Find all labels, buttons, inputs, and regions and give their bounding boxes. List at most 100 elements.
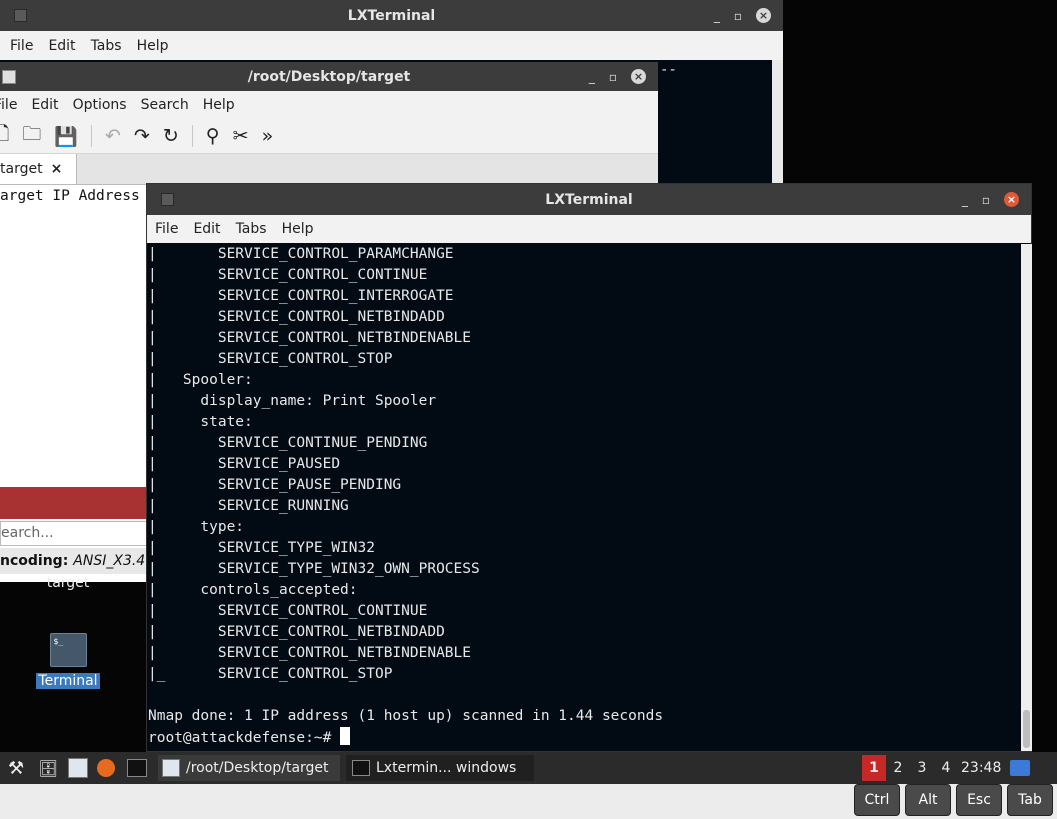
maximize-icon[interactable]: ▫ (609, 70, 617, 84)
terminal-icon-glyph: $_ (53, 637, 64, 646)
ctrl-key[interactable]: Ctrl (854, 784, 900, 816)
terminal-line: | SERVICE_CONTROL_CONTINUE (148, 603, 428, 619)
close-icon[interactable]: × (1004, 192, 1019, 207)
terminal-output[interactable]: | SERVICE_CONTROL_PARAMCHANGE | SERVICE_C… (148, 244, 1021, 751)
text-editor-icon[interactable] (68, 755, 88, 781)
workspace-4[interactable]: 4 (937, 755, 955, 781)
menu-help[interactable]: Help (137, 38, 169, 54)
desktop: LXTerminal _ ▫ × File Edit Tabs Help -- … (0, 0, 1057, 784)
menu-edit[interactable]: Edit (48, 38, 75, 54)
back-terminal-scrollbar[interactable] (772, 60, 783, 190)
maximize-icon[interactable]: ▫ (734, 9, 742, 23)
search-placeholder: earch... (1, 525, 54, 541)
undo-icon[interactable]: ↶ (105, 125, 121, 147)
menu-edit[interactable]: Edit (31, 97, 58, 113)
terminal-line: |_ SERVICE_CONTROL_STOP (148, 666, 393, 682)
desktop-icon-target[interactable]: target (30, 572, 106, 591)
desktop-icon-label: target (46, 575, 90, 591)
terminal-line: | SERVICE_CONTROL_STOP (148, 351, 393, 367)
open-folder-icon[interactable]: 🗀 (22, 120, 41, 152)
gedit-title: /root/Desktop/target (247, 68, 411, 85)
front-terminal-title: LXTerminal (545, 191, 633, 208)
terminal-line: | SERVICE_CONTINUE_PENDING (148, 435, 428, 451)
maximize-icon[interactable]: ▫ (982, 193, 990, 207)
menu-tabs[interactable]: Tabs (91, 38, 122, 54)
tab-key[interactable]: Tab (1007, 784, 1053, 816)
redo-icon[interactable]: ↷ (134, 125, 150, 147)
firefox-icon[interactable] (97, 755, 115, 781)
menu-edit[interactable]: Edit (193, 221, 220, 237)
gedit-menubar: File Edit Options Search Help (0, 91, 658, 119)
back-terminal-titlebar[interactable]: LXTerminal _ ▫ × (0, 0, 783, 31)
encoding-label: ncoding: (0, 553, 69, 569)
task-gedit[interactable]: /root/Desktop/target (158, 755, 340, 781)
menu-help[interactable]: Help (203, 97, 235, 113)
find-replace-icon[interactable]: ✂ (233, 125, 249, 147)
menu-search[interactable]: Search (141, 97, 189, 113)
terminal-icon: $_ (49, 633, 87, 667)
back-terminal-menubar: File Edit Tabs Help (0, 31, 783, 60)
terminal-line: | SERVICE_RUNNING (148, 498, 349, 514)
terminal-line: | SERVICE_TYPE_WIN32_OWN_PROCESS (148, 561, 480, 577)
esc-key[interactable]: Esc (956, 784, 1002, 816)
front-terminal-window[interactable]: LXTerminal _ ▫ × File Edit Tabs Help | S… (146, 183, 1032, 752)
terminal-scrollbar-thumb[interactable] (1023, 710, 1030, 748)
show-desktop-icon[interactable] (1010, 755, 1030, 781)
taskbar: ⚒ 🗄 /root/Desktop/target Lxtermin... win… (0, 752, 1057, 784)
menu-options[interactable]: Options (73, 97, 127, 113)
task-terminal[interactable]: Lxtermin... windows (346, 755, 534, 781)
close-icon[interactable]: × (756, 8, 771, 23)
terminal-task-icon (352, 760, 370, 776)
close-icon[interactable]: × (631, 69, 646, 84)
tab-close-icon[interactable]: × (51, 161, 63, 177)
reload-icon[interactable]: ↻ (163, 125, 179, 147)
gedit-task-icon (162, 759, 180, 777)
virtual-keyboard-bar: Ctrl Alt Esc Tab (0, 784, 1057, 819)
workspace-2[interactable]: 2 (889, 755, 907, 781)
workspace-3[interactable]: 3 (913, 755, 931, 781)
terminal-line: | Spooler: (148, 372, 253, 388)
minimize-icon[interactable]: _ (714, 9, 720, 23)
back-terminal-title: LXTerminal (347, 7, 436, 24)
workspace-1[interactable]: 1 (862, 755, 886, 781)
terminal-line: | type: (148, 519, 245, 535)
terminal-line: | SERVICE_CONTROL_CONTINUE (148, 267, 428, 283)
terminal-launcher-icon[interactable] (127, 755, 147, 781)
minimize-icon[interactable]: _ (589, 70, 595, 84)
terminal-app-icon (14, 9, 27, 22)
new-document-icon[interactable]: 🗋 (0, 120, 9, 152)
menu-file[interactable]: File (155, 221, 178, 237)
gedit-tabbar: target × (0, 154, 658, 184)
menu-tabs[interactable]: Tabs (236, 221, 267, 237)
menu-help[interactable]: Help (282, 221, 314, 237)
minimize-icon[interactable]: _ (962, 193, 968, 207)
terminal-line: | SERVICE_CONTROL_PARAMCHANGE (148, 246, 454, 262)
terminal-line: | SERVICE_CONTROL_NETBINDADD (148, 624, 445, 640)
menu-launcher-icon[interactable]: ⚒ (8, 755, 24, 781)
find-icon[interactable]: ⚲ (206, 125, 220, 147)
terminal-line: | SERVICE_CONTROL_INTERROGATE (148, 288, 454, 304)
terminal-line: | SERVICE_CONTROL_NETBINDADD (148, 309, 445, 325)
gedit-toolbar: 🗋 🗀 💾 ↶ ↷ ↻ ⚲ ✂ » (0, 119, 658, 154)
terminal-scrollbar[interactable] (1021, 244, 1032, 751)
terminal-app-icon (161, 193, 174, 206)
more-tools-icon[interactable]: » (262, 125, 274, 147)
front-terminal-titlebar[interactable]: LXTerminal _ ▫ × (147, 184, 1031, 215)
encoding-value: ANSI_X3.4 (73, 553, 146, 569)
alt-key[interactable]: Alt (905, 784, 951, 816)
desktop-icon-terminal[interactable]: $_ Terminal (30, 633, 106, 689)
gedit-titlebar[interactable]: /root/Desktop/target _ ▫ × (0, 62, 658, 91)
clock[interactable]: 23:48 (961, 755, 1001, 781)
task-gedit-label: /root/Desktop/target (186, 760, 329, 776)
file-manager-icon[interactable]: 🗄 (38, 755, 58, 781)
terminal-line: | controls_accepted: (148, 582, 358, 598)
tab-target[interactable]: target × (0, 154, 77, 184)
task-terminal-label: Lxtermin... windows (376, 760, 517, 776)
menu-file[interactable]: File (0, 97, 17, 113)
terminal-line: | display_name: Print Spooler (148, 393, 437, 409)
gedit-encoding-bar: ncoding: ANSI_X3.4 (0, 548, 150, 574)
menu-file[interactable]: File (10, 38, 33, 54)
save-icon[interactable]: 💾 (54, 125, 78, 148)
gedit-search-input[interactable]: earch... (0, 521, 147, 546)
